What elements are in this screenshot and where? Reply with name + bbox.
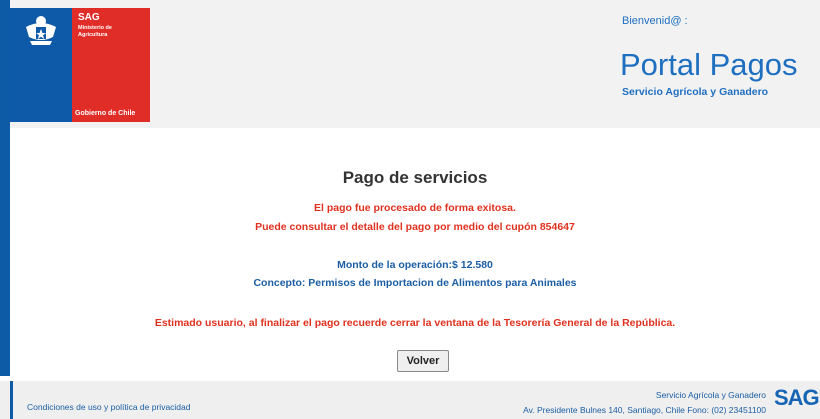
page-title: Pago de servicios: [342, 168, 488, 187]
logo-brand: SAG: [78, 12, 100, 23]
government-logo: SAG Ministerio de Agricultura Gobierno d…: [10, 8, 150, 122]
left-accent-bar: [0, 0, 10, 376]
coupon-message: Puede consultar el detalle del pago por …: [255, 221, 575, 233]
footer-logo: SAG: [774, 385, 820, 410]
concept-text: Concepto: Permisos de Importacion de Ali…: [253, 277, 577, 289]
footer-address: Av. Presidente Bulnes 140, Santiago, Chi…: [523, 405, 766, 415]
footer-org-name: Servicio Agrícola y Ganadero: [655, 390, 766, 400]
welcome-text: Bienvenid@ :: [622, 15, 688, 27]
privacy-link[interactable]: Condiciones de uso y política de privaci…: [27, 402, 191, 412]
logo-government: Gobierno de Chile: [75, 110, 136, 117]
logo-ministry-line2: Agricultura: [78, 32, 108, 38]
coat-of-arms-icon: [26, 16, 56, 45]
amount-text: Monto de la operación:$ 12.580: [337, 259, 493, 271]
portal-title: Portal Pagos: [620, 47, 798, 82]
payment-result-panel: Pago de servicios El pago fue procesado …: [10, 140, 820, 376]
footer-accent-bar: [10, 381, 13, 419]
back-button[interactable]: Volver: [397, 350, 449, 372]
reminder-message: Estimado usuario, al finalizar el pago r…: [154, 317, 676, 329]
logo-ministry: Ministerio de Agricultura: [78, 25, 112, 39]
logo-ministry-line1: Ministerio de: [78, 25, 112, 31]
portal-subtitle: Servicio Agrícola y Ganadero: [622, 86, 769, 98]
success-message: El pago fue procesado de forma exitosa.: [314, 202, 516, 214]
